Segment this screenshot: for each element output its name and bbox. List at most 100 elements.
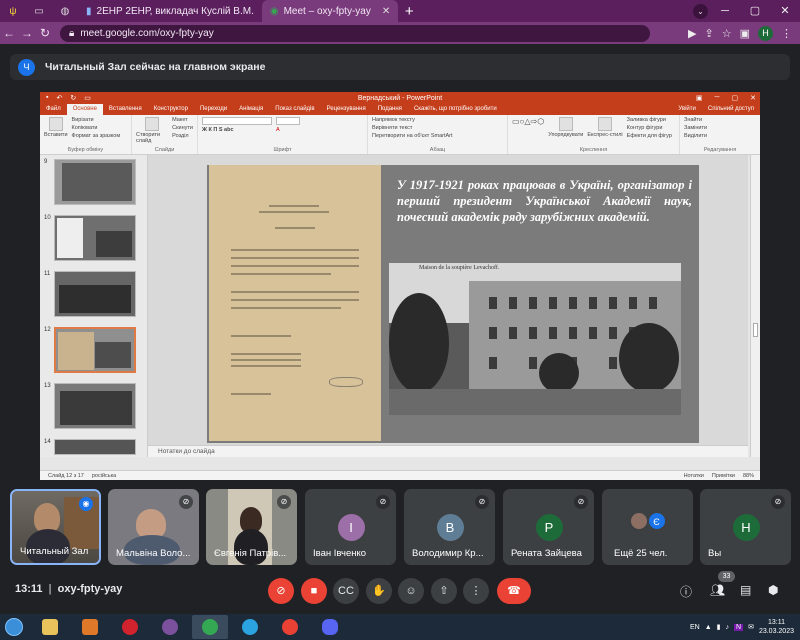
ribbon: Вставити Вирізати Копіювати Формат за зр…: [40, 115, 760, 155]
new-tab-button[interactable]: +: [398, 0, 420, 22]
network-icon[interactable]: ▮: [717, 623, 721, 631]
globe-tab[interactable]: ◍: [52, 0, 78, 22]
participant-tile[interactable]: Р ⊘ Рената Зайцева: [503, 489, 594, 565]
viber-icon: [162, 619, 178, 635]
reactions-button[interactable]: ☺: [398, 578, 424, 604]
profile-avatar[interactable]: Н: [758, 25, 773, 41]
people-icon[interactable]: 👥︎: [710, 583, 725, 597]
present-button[interactable]: ⇧: [431, 578, 457, 604]
avatar-stack: Є: [629, 512, 666, 530]
taskbar-telegram[interactable]: [232, 615, 268, 639]
taskbar-viber[interactable]: [152, 615, 188, 639]
taskbar-explorer[interactable]: [32, 615, 68, 639]
taskbar-chrome-2[interactable]: [272, 615, 308, 639]
participant-tile[interactable]: ⊘ Мальвіна Воло...: [108, 489, 199, 565]
volume-icon[interactable]: ♪: [726, 624, 730, 631]
cut-button: Вирізати: [71, 117, 94, 123]
current-slide: У 1917-1921 роках працював в Україні, ор…: [207, 165, 699, 443]
maximize-icon[interactable]: ▢: [740, 0, 770, 22]
url-field[interactable]: 🔒︎ meet.google.com/oxy-fpty-yay: [60, 24, 650, 42]
taskbar-chrome[interactable]: [192, 615, 228, 639]
back-icon[interactable]: ←: [0, 26, 18, 40]
clock-date: 23.03.2023: [758, 628, 794, 635]
raise-hand-button[interactable]: ✋: [366, 578, 392, 604]
tab-insert: Вставлення: [108, 106, 142, 112]
arrange-icon: [558, 117, 573, 131]
minimize-icon[interactable]: ─: [710, 0, 740, 22]
window-controls: ─ ▢ ✕: [710, 0, 800, 22]
meeting-time: 13:11 | oxy-fpty-yay: [15, 583, 123, 595]
tab-home: Основне: [66, 104, 103, 115]
close-window-icon[interactable]: ✕: [770, 0, 800, 22]
format-painter-button: Формат за зразком: [71, 133, 121, 139]
camera-icon[interactable]: ▶: [688, 27, 696, 40]
more-participants-label: Ещё 25 чел.: [614, 548, 668, 559]
activities-icon[interactable]: ⬢: [768, 583, 778, 597]
presentation-banner: Ч Читальный Зал сейчас на главном экране: [10, 54, 790, 80]
participant-tile[interactable]: ⊘ Євгенія Патрів...: [206, 489, 297, 565]
chat-icon[interactable]: ▤: [740, 583, 751, 597]
find-button: Знайти: [684, 117, 703, 123]
participant-tile[interactable]: ◉ Читальный Зал: [10, 489, 101, 565]
close-icon[interactable]: ✕: [382, 6, 390, 17]
slide-thumbnail: 10: [44, 215, 136, 261]
menu-icon[interactable]: ⋮: [781, 27, 792, 40]
pp-close-icon: ✕: [750, 95, 756, 102]
system-clock[interactable]: 13:11 23.03.2023: [759, 618, 794, 636]
participant-name: Мальвіна Воло...: [116, 548, 191, 559]
slide-thumbnail: 14: [44, 439, 136, 455]
photo-caption: Maison de la soupière Levachoff.: [419, 265, 500, 271]
sidebar-icon[interactable]: ▣: [740, 27, 750, 40]
star-icon[interactable]: ☆: [722, 27, 732, 40]
slide-thumbnail-selected: 12: [44, 327, 136, 373]
onenote-icon[interactable]: N: [734, 623, 744, 631]
tab-file: Файл: [46, 106, 61, 112]
align-text-button: Вирівняти текст: [372, 125, 413, 131]
clock-time: 13:11: [767, 619, 785, 626]
notifications-icon[interactable]: ✉: [748, 623, 754, 631]
participant-tile[interactable]: І ⊘ Іван Івченко: [305, 489, 396, 565]
language-indicator: російська: [91, 472, 117, 479]
text-direction-button: Напрямок тексту: [372, 117, 415, 123]
participant-tile[interactable]: В ⊘ Володимир Кр...: [404, 489, 495, 565]
powerpoint-title-bar: ▪ ↶ ↻ ▭ Вернадський - PowerPoint ▣ ─ ▢ ✕: [40, 92, 760, 104]
tab-class[interactable]: ▮ 2ЕНР 2ЕНР, викладач Куслій В.М.: [78, 0, 262, 22]
reload-icon[interactable]: ↻: [36, 26, 54, 40]
folder-icon: ▭: [34, 5, 44, 17]
slide-thumbnails: 9 10 11 12 13 14: [40, 155, 148, 457]
group-label: Шрифт: [273, 147, 292, 153]
leave-call-button[interactable]: ☎: [497, 578, 531, 604]
forward-icon[interactable]: →: [18, 26, 36, 40]
window-title: Вернадський - PowerPoint: [357, 94, 443, 102]
comments-toggle: Примітки: [711, 472, 735, 479]
more-options-button[interactable]: ⋮: [463, 578, 489, 604]
folder-tab[interactable]: ▭: [26, 0, 52, 22]
self-tile[interactable]: Н ⊘ Вы: [700, 489, 791, 565]
vertical-scrollbar: [750, 155, 760, 457]
ukraine-flag-tab[interactable]: ψ: [0, 0, 26, 22]
tab-search-icon[interactable]: ⌄: [693, 4, 708, 19]
tab-meet[interactable]: ◉ Meet – oxy-fpty-yay ✕: [261, 0, 399, 22]
meeting-code: oxy-fpty-yay: [57, 583, 123, 595]
ribbon-options-icon: ▣: [695, 95, 703, 102]
tray-expand-icon[interactable]: ▲: [705, 624, 712, 631]
chrome-icon: ◉: [269, 5, 279, 17]
font-color-icon: A: [276, 127, 280, 133]
mic-off-icon: ⊘: [771, 495, 785, 509]
url-text: meet.google.com/oxy-fpty-yay: [80, 27, 214, 39]
group-label: Редагування: [703, 147, 737, 153]
font-size-box: [276, 117, 300, 125]
chrome-icon: [202, 619, 218, 635]
microphone-off-button[interactable]: ⊘: [268, 578, 294, 604]
info-icon[interactable]: ⓘ: [680, 583, 692, 600]
taskbar-discord[interactable]: [312, 615, 348, 639]
taskbar-media[interactable]: [72, 615, 108, 639]
captions-button[interactable]: CC: [333, 578, 359, 604]
more-participants-tile[interactable]: Є Ещё 25 чел.: [602, 489, 693, 565]
taskbar-pinterest[interactable]: [112, 615, 148, 639]
meeting-controls: 13:11 | oxy-fpty-yay ⊘ ■ CC ✋ ☺ ⇧ ⋮ ☎ ⓘ …: [0, 570, 800, 610]
share-icon[interactable]: ⇪: [705, 27, 714, 40]
input-language[interactable]: EN: [690, 624, 700, 631]
camera-off-button[interactable]: ■: [301, 578, 327, 604]
start-button[interactable]: [0, 614, 28, 640]
